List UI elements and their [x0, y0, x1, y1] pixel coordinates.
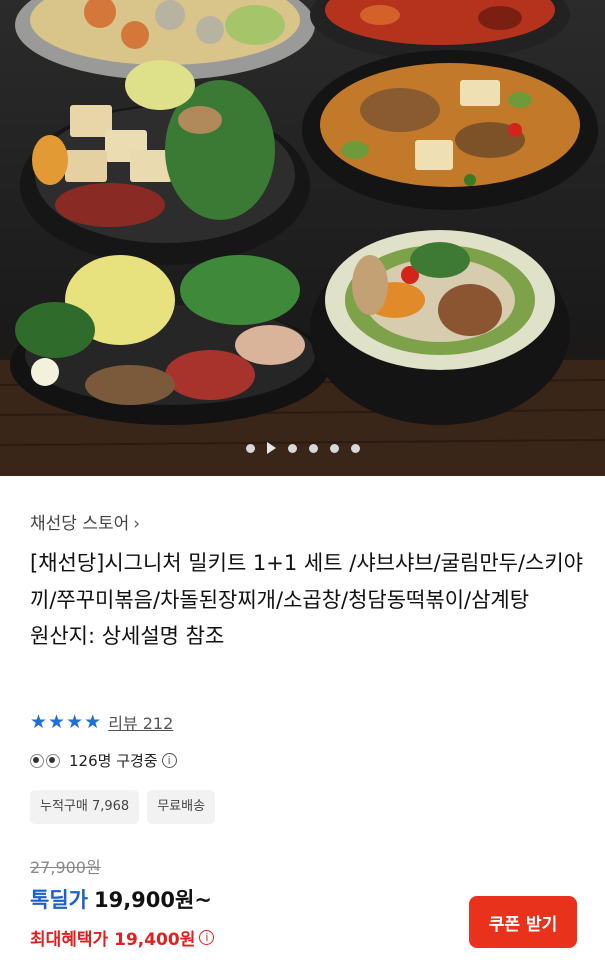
store-link[interactable]: 채선당 스토어 › — [30, 509, 140, 534]
deal-price: 19,900원~ — [93, 888, 212, 912]
carousel-dot[interactable] — [329, 443, 339, 453]
max-benefit-price: 최대혜택가 19,400원 — [30, 930, 196, 950]
carousel-play-icon[interactable] — [266, 442, 276, 454]
star-icon: ★ — [66, 711, 84, 733]
product-image-carousel[interactable] — [0, 0, 605, 476]
carousel-dot[interactable] — [308, 443, 318, 453]
deal-label: 톡딜가 — [30, 888, 88, 912]
get-coupon-button[interactable]: 쿠폰 받기 — [469, 896, 577, 948]
original-price: 27,900원 — [30, 858, 101, 877]
star-icon: ★ — [84, 711, 102, 733]
cumulative-purchase-badge: 누적구매 7,968 — [30, 790, 140, 824]
star-rating: ★ ★ ★ ★ — [30, 712, 101, 732]
product-title: [채선당]시그니처 밀키트 1+1 세트 /샤브샤브/굴림만두/스키야끼/쭈꾸미… — [30, 551, 583, 612]
viewers-count: 126명 구경중 — [69, 752, 158, 770]
badge-chips: 누적구매 7,968 무료배송 — [30, 790, 216, 824]
max-benefit-row: 최대혜택가 19,400원 i — [30, 925, 215, 950]
carousel-dot[interactable] — [245, 443, 255, 453]
product-origin: 원산지: 상세설명 참조 — [30, 624, 225, 648]
store-name: 채선당 스토어 — [30, 514, 130, 534]
star-icon: ★ — [48, 711, 66, 733]
hot-pot-photo — [0, 0, 605, 476]
free-shipping-badge: 무료배송 — [147, 790, 216, 824]
review-count-link[interactable]: 리뷰 212 — [108, 710, 173, 734]
deal-price-row: 톡딜가 19,900원~ — [30, 884, 212, 914]
chevron-right-icon: › — [133, 514, 141, 534]
rating-row: ★ ★ ★ ★ 리뷰 212 — [30, 710, 173, 734]
info-icon[interactable]: i — [199, 930, 215, 945]
viewers-row: 126명 구경중 i — [30, 750, 177, 771]
star-icon: ★ — [30, 711, 48, 733]
product-title-block: [채선당]시그니처 밀키트 1+1 세트 /샤브샤브/굴림만두/스키야끼/쭈꾸미… — [30, 545, 585, 655]
eyes-icon — [30, 753, 60, 768]
carousel-indicator[interactable] — [0, 441, 605, 455]
carousel-dot[interactable] — [287, 443, 297, 453]
info-icon[interactable]: i — [161, 753, 177, 768]
carousel-dot[interactable] — [350, 443, 360, 453]
